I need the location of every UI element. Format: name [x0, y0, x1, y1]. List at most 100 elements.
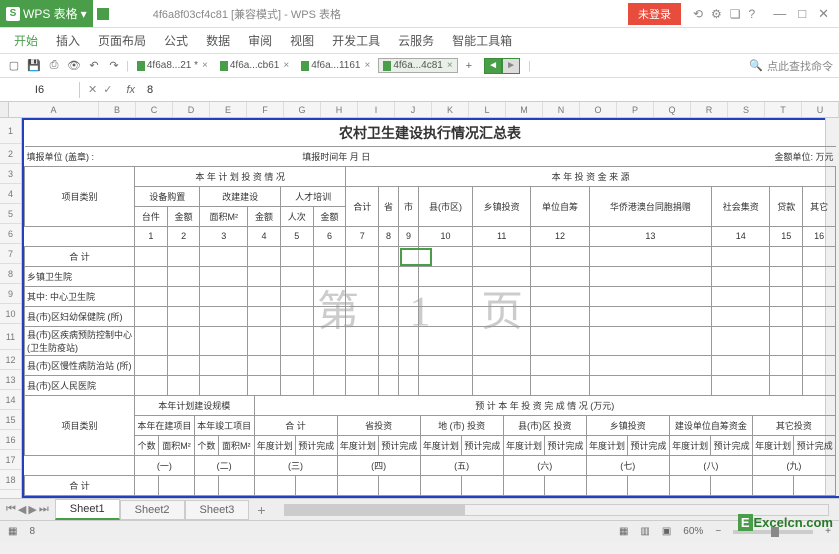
menu-dev[interactable]: 开发工具 [332, 32, 380, 49]
row-header[interactable]: 18 [0, 470, 21, 490]
tab-next-button[interactable]: ► [502, 58, 520, 74]
row-header[interactable]: 8 [0, 264, 21, 284]
row-header[interactable]: 5 [0, 204, 21, 224]
settings-icon[interactable]: ⚙ [711, 7, 722, 21]
menu-review[interactable]: 审阅 [248, 32, 272, 49]
col-header[interactable]: P [617, 102, 654, 117]
view-full-icon[interactable]: ▣ [662, 526, 671, 537]
view-normal-icon[interactable]: ▦ [619, 526, 628, 537]
col-header[interactable]: M [506, 102, 543, 117]
grid-icon[interactable]: ▦ [8, 526, 17, 537]
doc-tab-1[interactable]: 4f6a8...21 *× [133, 59, 212, 72]
menu-view[interactable]: 视图 [290, 32, 314, 49]
sheet-tab-2[interactable]: Sheet2 [120, 500, 185, 520]
save-icon[interactable]: 💾 [26, 58, 42, 74]
row-header[interactable]: 10 [0, 304, 21, 324]
col-header[interactable]: J [395, 102, 432, 117]
row-header[interactable]: 3 [0, 164, 21, 184]
col-header[interactable]: N [543, 102, 580, 117]
row-header[interactable]: 6 [0, 224, 21, 244]
row-header[interactable]: 14 [0, 390, 21, 410]
login-button[interactable]: 未登录 [628, 3, 681, 25]
row-header[interactable]: 17 [0, 450, 21, 470]
close-icon[interactable]: × [447, 60, 453, 71]
zoom-out-button[interactable]: − [715, 526, 721, 537]
col-header[interactable]: Q [654, 102, 691, 117]
tab-last-icon[interactable]: ⏭ [39, 503, 49, 516]
row-header[interactable]: 12 [0, 350, 21, 370]
row-header[interactable]: 16 [0, 430, 21, 450]
fx-label[interactable]: fx [120, 84, 141, 96]
row-header[interactable]: 1 [0, 118, 21, 144]
col-header[interactable]: A [9, 102, 99, 117]
tab-prev-icon[interactable]: ◀ [18, 503, 26, 516]
maximize-button[interactable]: □ [798, 6, 806, 22]
row-header[interactable]: 4 [0, 184, 21, 204]
col-header[interactable]: D [173, 102, 210, 117]
col-header[interactable]: E [210, 102, 247, 117]
col-header[interactable]: L [469, 102, 506, 117]
col-header[interactable]: T [765, 102, 802, 117]
select-all-corner[interactable] [0, 102, 9, 117]
doc-tab-2[interactable]: 4f6a...cb61× [216, 59, 293, 72]
doc-tab-4[interactable]: 4f6a...4c81× [378, 58, 457, 73]
app-menu-caret[interactable]: ▾ [81, 7, 87, 21]
minimize-button[interactable]: — [773, 6, 786, 22]
sheet-tab-1[interactable]: Sheet1 [55, 499, 120, 520]
help-icon[interactable]: ? [749, 7, 756, 21]
row-header[interactable]: 15 [0, 410, 21, 430]
col-header[interactable]: S [728, 102, 765, 117]
col-header[interactable]: K [432, 102, 469, 117]
close-button[interactable]: ✕ [818, 6, 829, 22]
col-header[interactable]: U [802, 102, 839, 117]
row-header[interactable]: 13 [0, 370, 21, 390]
col-header[interactable]: I [358, 102, 395, 117]
row-header[interactable]: 11 [0, 324, 21, 350]
row-header[interactable]: 9 [0, 284, 21, 304]
row-header[interactable]: 7 [0, 244, 21, 264]
col-header[interactable]: B [99, 102, 136, 117]
close-icon[interactable]: × [202, 60, 208, 71]
cancel-icon[interactable]: ✕ [88, 83, 97, 96]
menu-data[interactable]: 数据 [206, 32, 230, 49]
app-badge[interactable]: WPS 表格 ▾ [0, 0, 93, 27]
menu-insert[interactable]: 插入 [56, 32, 80, 49]
doc-tab-3[interactable]: 4f6a...1161× [297, 59, 374, 72]
name-box[interactable]: I6 [0, 82, 80, 98]
tab-next-icon[interactable]: ▶ [28, 503, 36, 516]
sheet-tab-3[interactable]: Sheet3 [185, 500, 250, 520]
formula-input[interactable]: 8 [141, 82, 839, 98]
doc-icon [97, 8, 109, 20]
confirm-icon[interactable]: ✓ [103, 83, 112, 96]
tab-first-icon[interactable]: ⏮ [6, 503, 16, 516]
menu-formula[interactable]: 公式 [164, 32, 188, 49]
print-icon[interactable]: ⎙ [46, 58, 62, 74]
col-header[interactable]: F [247, 102, 284, 117]
menu-cloud[interactable]: 云服务 [398, 32, 434, 49]
command-search[interactable]: 🔍 点此查找命令 [749, 58, 833, 74]
sheet-content[interactable]: 第 1 页 农村卫生建设执行情况汇总表 填报单位 (盖章) : 填报时间年 月 … [22, 118, 839, 498]
add-sheet-button[interactable]: + [249, 502, 273, 518]
col-header[interactable]: H [321, 102, 358, 117]
col-header[interactable]: G [284, 102, 321, 117]
redo-icon[interactable]: ↷ [106, 58, 122, 74]
view-page-icon[interactable]: ▥ [640, 526, 649, 537]
window-icon[interactable]: ❏ [730, 7, 741, 21]
sheet-tabs-bar: ⏮ ◀ ▶ ⏭ Sheet1 Sheet2 Sheet3 + [0, 498, 839, 520]
menu-tools[interactable]: 智能工具箱 [452, 32, 512, 49]
close-icon[interactable]: × [365, 60, 371, 71]
col-header[interactable]: O [580, 102, 617, 117]
row-header[interactable]: 2 [0, 144, 21, 164]
close-icon[interactable]: × [283, 60, 289, 71]
undo-icon[interactable]: ↶ [86, 58, 102, 74]
menu-home[interactable]: 开始 [14, 32, 38, 49]
new-icon[interactable]: ▢ [6, 58, 22, 74]
menu-layout[interactable]: 页面布局 [98, 32, 146, 49]
add-tab-button[interactable]: + [462, 60, 476, 72]
sync-icon[interactable]: ⟲ [693, 7, 703, 21]
preview-icon[interactable]: 👁 [66, 58, 82, 74]
col-header[interactable]: C [136, 102, 173, 117]
col-header[interactable]: R [691, 102, 728, 117]
zoom-level[interactable]: 60% [683, 526, 703, 537]
tab-prev-button[interactable]: ◄ [484, 58, 502, 74]
